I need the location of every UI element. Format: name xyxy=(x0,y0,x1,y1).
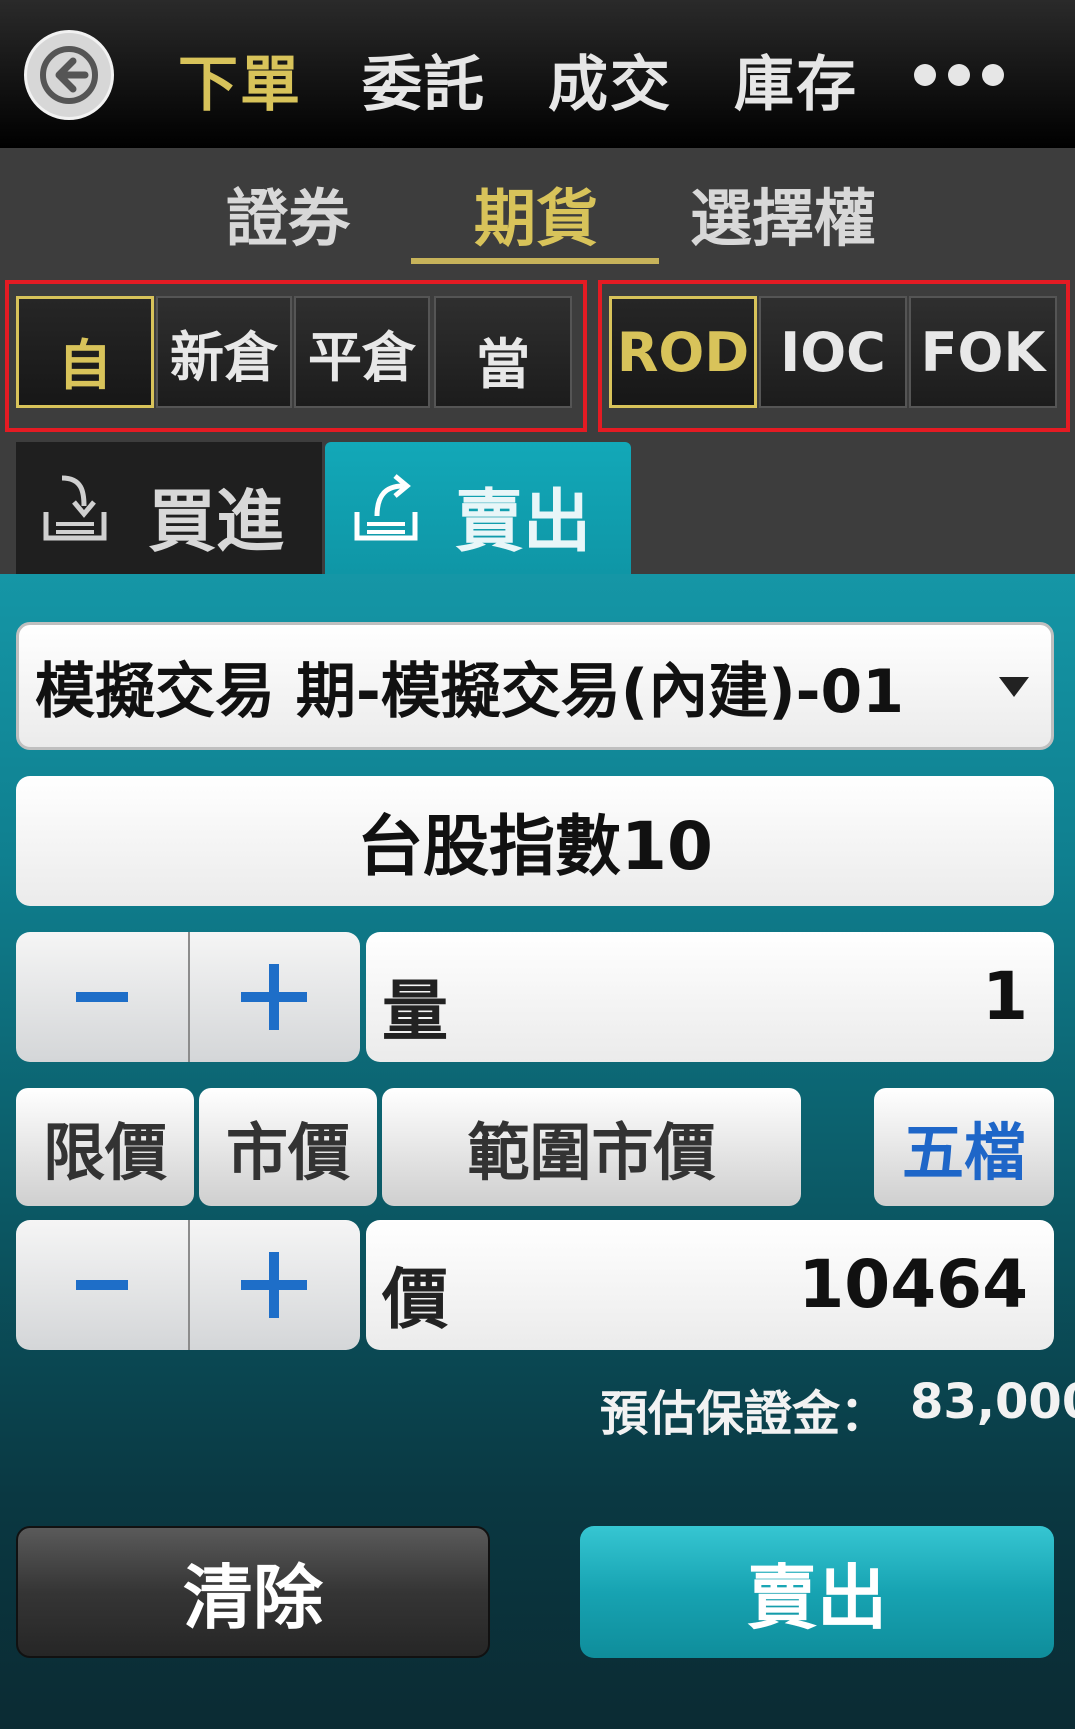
price-decrement-button[interactable] xyxy=(16,1220,190,1350)
more-dots-icon[interactable] xyxy=(910,52,1006,96)
price-increment-button[interactable] xyxy=(188,1220,360,1350)
quantity-field[interactable]: 量 1 xyxy=(366,932,1054,1062)
side-tab-row: 買進 賣出 xyxy=(0,440,1075,574)
tab-buy-label: 買進 xyxy=(148,483,285,562)
price-label: 價 xyxy=(382,1261,448,1338)
dropdown-caret-icon xyxy=(999,677,1029,697)
minus-icon xyxy=(76,992,128,1002)
sell-submit-button[interactable]: 賣出 xyxy=(580,1526,1054,1658)
tab-inventory[interactable]: 庫存 xyxy=(734,36,858,123)
back-button[interactable] xyxy=(24,30,114,120)
position-type-new[interactable]: 新倉 xyxy=(156,296,292,408)
plus-icon xyxy=(241,1252,307,1318)
margin-label: 預估保證金： xyxy=(600,1386,889,1442)
margin-value: 83,000 xyxy=(910,1374,1075,1430)
price-type-limit[interactable]: 限價 xyxy=(16,1088,194,1206)
segment-securities[interactable]: 證券 xyxy=(226,168,350,258)
tif-rod[interactable]: ROD xyxy=(609,296,757,408)
top-nav-bar: 下單 委託 成交 庫存 xyxy=(0,0,1075,149)
account-select-value: 模擬交易 期-模擬交易(內建)-01 xyxy=(35,656,905,727)
minus-icon xyxy=(76,1280,128,1290)
tab-orders[interactable]: 委託 xyxy=(362,36,486,123)
clear-button[interactable]: 清除 xyxy=(16,1526,490,1658)
buy-tray-icon xyxy=(43,475,107,541)
price-type-range-market[interactable]: 範圍市價 xyxy=(382,1088,801,1206)
account-select[interactable]: 模擬交易 期-模擬交易(內建)-01 xyxy=(16,622,1054,750)
position-type-close[interactable]: 平倉 xyxy=(294,296,430,408)
tab-sell[interactable]: 賣出 xyxy=(325,442,631,574)
price-value: 10464 xyxy=(798,1246,1028,1323)
price-type-market[interactable]: 市價 xyxy=(199,1088,377,1206)
sell-tray-icon xyxy=(354,474,418,541)
quantity-increment-button[interactable] xyxy=(188,932,360,1062)
order-options-row: 自 新倉 平倉 當 ROD IOC FOK xyxy=(0,278,1075,440)
tab-place-order[interactable]: 下單 xyxy=(178,36,302,123)
plus-icon xyxy=(241,964,307,1030)
segment-options[interactable]: 選擇權 xyxy=(690,168,876,258)
tif-fok[interactable]: FOK xyxy=(909,296,1057,408)
position-type-daytrade[interactable]: 當 xyxy=(434,296,572,408)
order-panel: 模擬交易 期-模擬交易(內建)-01 台股指數10 量 1 限價 市價 範圍市價… xyxy=(0,574,1075,1729)
segment-futures[interactable]: 期貨 xyxy=(474,168,598,258)
tab-sell-label: 賣出 xyxy=(455,483,592,562)
active-segment-underline xyxy=(411,258,659,264)
tab-buy[interactable]: 買進 xyxy=(16,442,322,574)
price-field[interactable]: 價 10464 xyxy=(366,1220,1054,1350)
symbol-field[interactable]: 台股指數10 xyxy=(16,776,1054,906)
quantity-label: 量 xyxy=(382,973,448,1050)
tif-ioc[interactable]: IOC xyxy=(759,296,907,408)
quantity-decrement-button[interactable] xyxy=(16,932,190,1062)
position-type-auto[interactable]: 自 xyxy=(16,296,154,408)
back-arrow-icon xyxy=(40,46,98,104)
price-stepper xyxy=(16,1220,360,1350)
market-segment-bar: 證券 期貨 選擇權 xyxy=(0,148,1075,278)
quantity-stepper xyxy=(16,932,360,1062)
five-levels-button[interactable]: 五檔 xyxy=(874,1088,1054,1206)
quantity-value: 1 xyxy=(982,958,1028,1035)
tab-fills[interactable]: 成交 xyxy=(548,36,672,123)
